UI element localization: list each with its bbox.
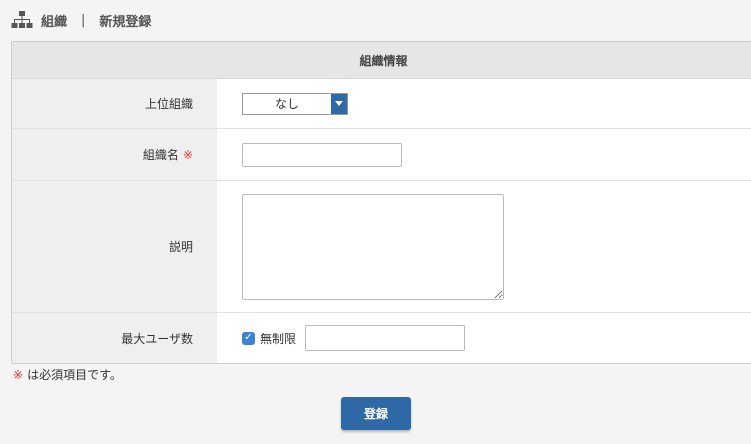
section-header: 組織情報	[12, 42, 751, 79]
description-textarea[interactable]	[242, 193, 504, 300]
org-name-label: 組織名 ※	[12, 129, 217, 180]
parent-org-label: 上位組織	[12, 79, 217, 128]
parent-org-selected-value: なし	[274, 97, 299, 111]
register-button[interactable]: 登録	[341, 397, 411, 430]
max-users-row: 最大ユーザ数 ✓ 無制限	[12, 313, 751, 363]
org-name-row: 組織名 ※	[12, 129, 751, 181]
chevron-down-icon[interactable]	[331, 93, 347, 114]
required-note-text: は必須項目です。	[27, 368, 122, 382]
max-users-input[interactable]	[305, 325, 466, 351]
unlimited-label[interactable]: 無制限	[260, 330, 296, 347]
org-chart-icon	[11, 11, 33, 28]
org-info-form: 組織情報 上位組織 なし 組織名 ※ 説明 最大ユーザ数 ✓ 無制限	[11, 41, 751, 364]
parent-org-row: 上位組織 なし	[12, 79, 751, 129]
required-mark: ※	[13, 368, 24, 382]
description-row: 説明	[12, 181, 751, 313]
org-name-label-text: 組織名	[142, 148, 179, 162]
unlimited-checkbox[interactable]: ✓	[242, 331, 255, 345]
description-label: 説明	[12, 181, 217, 312]
org-name-input[interactable]	[242, 142, 402, 167]
breadcrumb-separator: |	[81, 12, 86, 28]
required-mark: ※	[182, 147, 193, 162]
check-icon: ✓	[244, 332, 253, 343]
breadcrumb: 組織 | 新規登録	[11, 9, 151, 31]
breadcrumb-current-page: 新規登録	[99, 14, 152, 30]
max-users-label: 最大ユーザ数	[12, 313, 217, 363]
required-note: ※ は必須項目です。	[13, 366, 122, 383]
breadcrumb-section[interactable]: 組織	[41, 11, 67, 30]
parent-org-select[interactable]: なし	[242, 92, 348, 115]
